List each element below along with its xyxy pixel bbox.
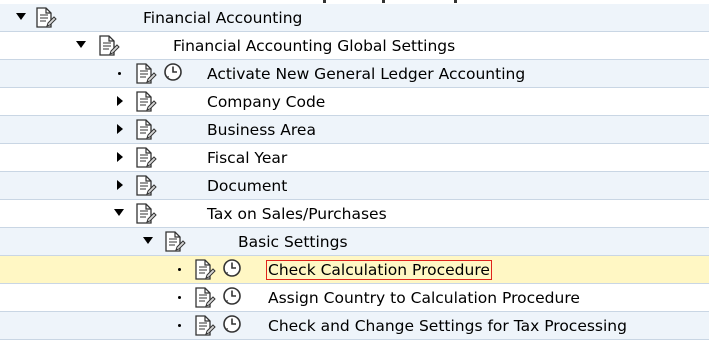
img-document-icon [195, 315, 216, 336]
tree-node-label: Assign Country to Calculation Procedure [268, 289, 580, 307]
tree-node-document[interactable]: Document [0, 172, 709, 200]
expand-arrow-icon[interactable] [76, 41, 86, 48]
execute-clock-icon[interactable] [222, 286, 242, 306]
tree-node-label: Tax on Sales/Purchases [207, 205, 387, 223]
img-document-icon [136, 63, 157, 84]
tree-node-label: Check and Change Settings for Tax Proces… [268, 317, 627, 335]
img-document-icon [136, 203, 157, 224]
img-document-icon [165, 231, 186, 252]
expand-arrow-icon[interactable] [16, 13, 26, 20]
tree-node-company-code[interactable]: Company Code [0, 88, 709, 116]
leaf-bullet-icon [178, 324, 181, 327]
leaf-bullet-icon [178, 268, 181, 271]
collapse-arrow-icon[interactable] [117, 180, 123, 190]
execute-clock-icon[interactable] [222, 314, 242, 334]
execute-clock-icon[interactable] [222, 258, 242, 278]
expand-arrow-icon[interactable] [114, 209, 124, 216]
tree-node-label: Financial Accounting [143, 9, 303, 27]
tree-node-label: Activate New General Ledger Accounting [207, 65, 526, 83]
img-structure-tree: Financial Accounting Financial Accountin… [0, 0, 709, 362]
collapse-arrow-icon[interactable] [117, 152, 123, 162]
tree-node-label: Document [207, 177, 288, 195]
tree-node-label: Check Calculation Procedure [266, 260, 492, 280]
tree-node-label: Company Code [207, 93, 326, 111]
tree-node-financial-accounting[interactable]: Financial Accounting [0, 4, 709, 32]
tree-node-tax-on-sales-purchases[interactable]: Tax on Sales/Purchases [0, 200, 709, 228]
tree-node-activate-new-general-ledger-accounting[interactable]: Activate New General Ledger Accounting [0, 60, 709, 88]
tree-node-label: Fiscal Year [207, 149, 288, 167]
img-document-icon [136, 91, 157, 112]
tree-node-label: Basic Settings [238, 233, 348, 251]
img-document-icon [36, 7, 57, 28]
tree-node-financial-accounting-global-settings[interactable]: Financial Accounting Global Settings [0, 32, 709, 60]
expand-arrow-icon[interactable] [143, 237, 153, 244]
tree-node-business-area[interactable]: Business Area [0, 116, 709, 144]
collapse-arrow-icon[interactable] [117, 124, 123, 134]
tree-node-assign-country-to-calculation-procedure[interactable]: Assign Country to Calculation Procedure [0, 284, 709, 312]
img-document-icon [136, 147, 157, 168]
collapse-arrow-icon[interactable] [117, 96, 123, 106]
tree-node-basic-settings[interactable]: Basic Settings [0, 228, 709, 256]
tree-node-check-calculation-procedure[interactable]: Check Calculation Procedure [0, 256, 709, 284]
tree-node-label: Financial Accounting Global Settings [173, 37, 456, 55]
img-document-icon [195, 287, 216, 308]
img-document-icon [99, 35, 120, 56]
leaf-bullet-icon [118, 72, 121, 75]
img-document-icon [136, 175, 157, 196]
tree-node-fiscal-year[interactable]: Fiscal Year [0, 144, 709, 172]
img-document-icon [136, 119, 157, 140]
img-document-icon [195, 259, 216, 280]
execute-clock-icon[interactable] [163, 62, 183, 82]
leaf-bullet-icon [178, 296, 181, 299]
tree-node-check-and-change-settings-for-tax-processing[interactable]: Check and Change Settings for Tax Proces… [0, 312, 709, 340]
tree-node-label: Business Area [207, 121, 316, 139]
